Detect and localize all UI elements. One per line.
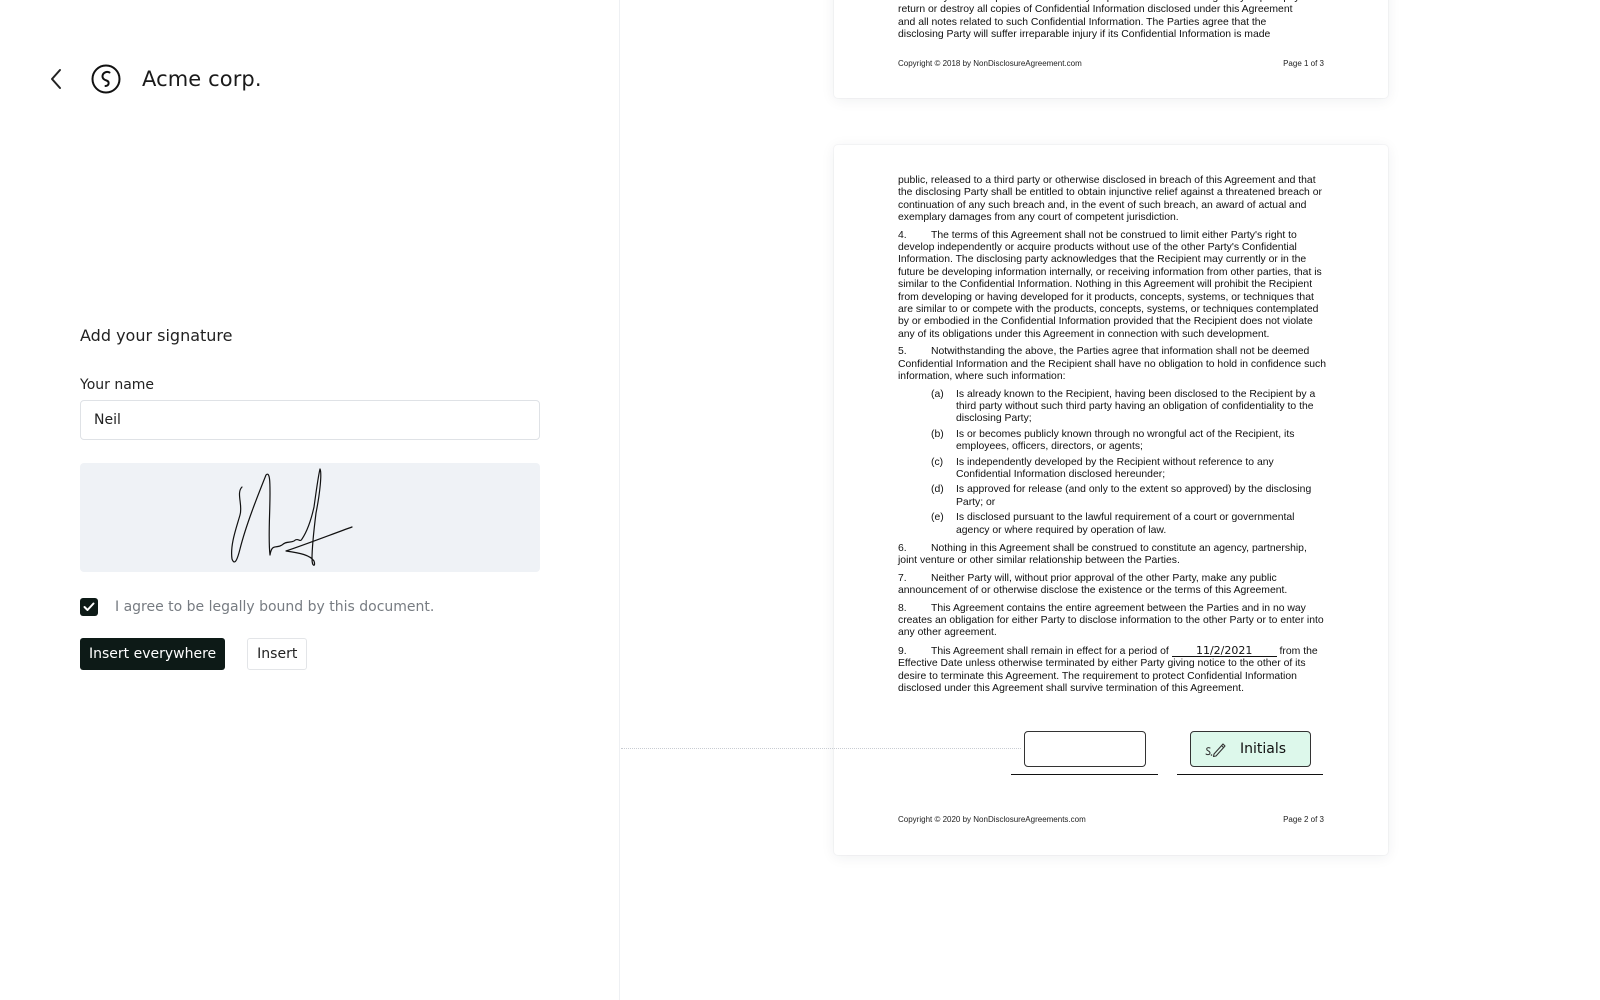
- subclause-label: (e): [931, 512, 944, 524]
- paragraph: public, released to a third party or oth…: [898, 175, 1322, 224]
- clause-number: 6.: [898, 542, 907, 554]
- clause-number: 4.: [898, 229, 907, 241]
- subclause-b: (b) Is or becomes publicly known through …: [931, 429, 1328, 454]
- agree-row: I agree to be legally bound by this docu…: [80, 598, 540, 616]
- handwritten-signature: [231, 468, 353, 566]
- signature-pen-icon: [1205, 743, 1226, 758]
- clause-number: 5.: [898, 346, 907, 358]
- date-field[interactable]: 11/2/2021: [1171, 645, 1277, 657]
- subclause-text: Is already known to the Recipient, havin…: [956, 388, 1316, 425]
- clause-9: 9. This Agreement shall remain in effect …: [898, 645, 1328, 696]
- subclause-label: (c): [931, 456, 944, 468]
- clause-5: 5. Notwithstanding the above, the Parties…: [898, 346, 1328, 383]
- clause-text: This Agreement contains the entire agree…: [898, 602, 1324, 639]
- clause-text: Notwithstanding the above, the Parties a…: [898, 346, 1327, 383]
- clause-8: 8. This Agreement contains the entire agr…: [898, 603, 1328, 640]
- signing-sidebar: Acme corp. Add your signature Your name …: [0, 0, 620, 1000]
- document-viewer[interactable]: other Party. The Recipient shall honor a…: [621, 0, 1600, 1000]
- page-1-text: other Party. The Recipient shall honor a…: [898, 0, 1328, 42]
- clause-text: The terms of this Agreement shall not be…: [898, 229, 1322, 340]
- field-connector-line: [621, 748, 1021, 749]
- action-buttons: Insert everywhere Insert: [80, 638, 540, 670]
- form-title: Add your signature: [80, 326, 233, 345]
- subclause-e: (e) Is disclosed pursuant to the lawful r…: [931, 512, 1328, 537]
- clause-text: This Agreement shall remain in effect fo…: [931, 645, 1169, 657]
- clause-text: Nothing in this Agreement shall be const…: [898, 542, 1307, 567]
- signature-field[interactable]: [1024, 731, 1146, 767]
- signature-underline: [1011, 774, 1158, 775]
- insert-button[interactable]: Insert: [247, 638, 308, 670]
- page-number: Page 1 of 3: [1283, 59, 1324, 68]
- initials-label: Initials: [1240, 741, 1287, 757]
- clause-6: 6. Nothing in this Agreement shall be con…: [898, 543, 1328, 568]
- subclause-text: Is approved for release (and only to the…: [956, 484, 1312, 508]
- subclause-label: (b): [931, 428, 944, 440]
- name-input[interactable]: [80, 400, 540, 440]
- clause-7: 7. Neither Party will, without prior appr…: [898, 573, 1328, 598]
- document-page-1: other Party. The Recipient shall honor a…: [834, 0, 1388, 98]
- page-1-line: and all notes related to such Confidenti…: [898, 16, 1267, 28]
- initials-underline: [1177, 774, 1323, 775]
- clause-4: 4. The terms of this Agreement shall not …: [898, 230, 1328, 342]
- subclause-text: Is disclosed pursuant to the lawful requ…: [956, 512, 1295, 536]
- agree-checkbox[interactable]: [80, 598, 98, 616]
- company-logo: [90, 63, 122, 95]
- subclause-text: Is independently developed by the Recipi…: [956, 456, 1274, 480]
- subclause-c: (c) Is independently developed by the Rec…: [931, 457, 1328, 482]
- clause-number: 7.: [898, 572, 907, 584]
- page-1-footer: Copyright © 2018 by NonDisclosureAgreeme…: [898, 59, 1324, 68]
- circular-s-logo-icon: [91, 64, 121, 94]
- subclause-a: (a) Is already known to the Recipient, ha…: [931, 389, 1328, 426]
- agree-text: I agree to be legally bound by this docu…: [115, 599, 435, 615]
- company-name: Acme corp.: [142, 67, 262, 91]
- page-1-line: disclosing Party will suffer irreparable…: [898, 29, 1271, 41]
- subclause-label: (a): [931, 388, 944, 400]
- clause-number: 9.: [898, 645, 907, 657]
- checkmark-icon: [83, 602, 95, 611]
- subclause-d: (d) Is approved for release (and only to …: [931, 484, 1328, 509]
- clause-text: Neither Party will, without prior approv…: [898, 572, 1288, 597]
- page-2-text: public, released to a third party or oth…: [898, 175, 1328, 700]
- page-2-footer: Copyright © 2020 by NonDisclosureAgreeme…: [898, 815, 1324, 824]
- signature-form: Add your signature Your name I agree to …: [80, 326, 540, 670]
- subclause-label: (d): [931, 484, 944, 496]
- page-number: Page 2 of 3: [1283, 815, 1324, 824]
- copyright-text: Copyright © 2020 by NonDisclosureAgreeme…: [898, 815, 1086, 824]
- initials-field[interactable]: Initials: [1190, 731, 1311, 767]
- copyright-text: Copyright © 2018 by NonDisclosureAgreeme…: [898, 59, 1082, 68]
- signature-pad[interactable]: [80, 463, 540, 572]
- header: Acme corp.: [44, 62, 262, 96]
- name-label: Your name: [80, 377, 155, 393]
- page-1-line: return or destroy all copies of Confiden…: [898, 4, 1293, 16]
- chevron-left-icon: [51, 69, 61, 89]
- back-button[interactable]: [44, 67, 68, 91]
- subclause-text: Is or becomes publicly known through no …: [956, 428, 1295, 453]
- insert-everywhere-button[interactable]: Insert everywhere: [80, 638, 226, 670]
- clause-number: 8.: [898, 602, 907, 614]
